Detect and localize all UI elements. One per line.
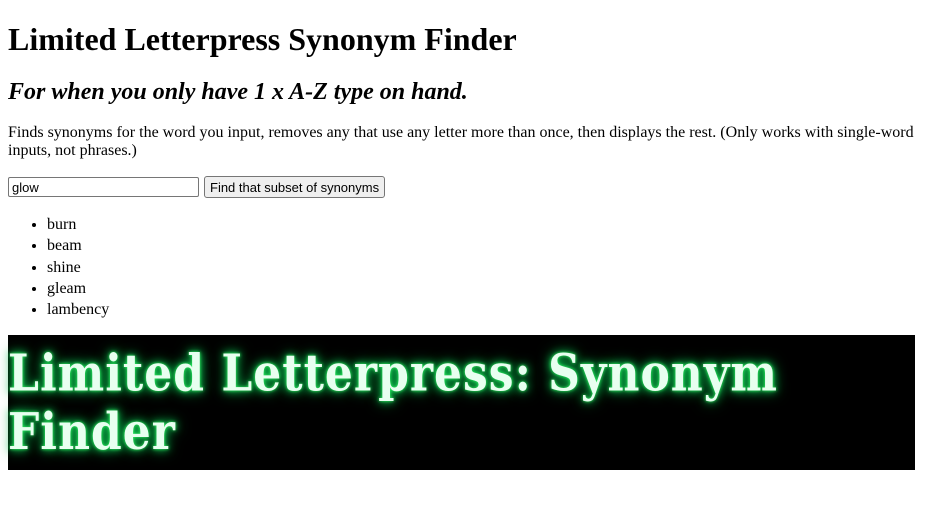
banner-image: Limited Letterpress: Synonym Finder (8, 335, 915, 471)
banner-logo-text: Limited Letterpress: Synonym Finder (8, 344, 778, 462)
list-item: burn (47, 214, 918, 235)
page: Limited Letterpress Synonym Finder For w… (0, 21, 926, 471)
list-item: gleam (47, 278, 918, 299)
search-form: Find that subset of synonyms (8, 176, 918, 198)
list-item: lambency (47, 299, 918, 320)
page-subtitle: For when you only have 1 x A-Z type on h… (8, 79, 468, 105)
description: Finds synonyms for the word you input, r… (8, 124, 914, 159)
word-input[interactable] (8, 177, 199, 197)
find-synonyms-button[interactable]: Find that subset of synonyms (204, 176, 386, 198)
list-item: beam (47, 235, 918, 256)
list-item: shine (47, 257, 918, 278)
page-title: Limited Letterpress Synonym Finder (8, 21, 517, 57)
synonym-list: burn beam shine gleam lambency (8, 214, 918, 320)
